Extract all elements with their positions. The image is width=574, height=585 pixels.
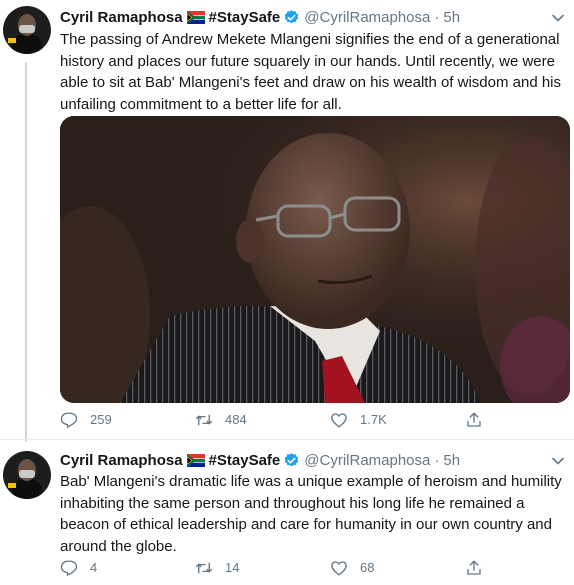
reply-icon: [60, 560, 78, 576]
avatar-mask: [19, 25, 35, 33]
retweet-count: 14: [225, 560, 240, 575]
avatar-flag-detail: [8, 483, 16, 488]
timestamp[interactable]: 5h: [443, 452, 460, 469]
tweet-actions: 4 14 68: [60, 557, 520, 579]
reply-icon: [60, 412, 78, 428]
retweet-button[interactable]: 484: [195, 411, 330, 429]
retweet-button[interactable]: 14: [195, 559, 330, 577]
avatar-flag-detail: [8, 38, 16, 43]
retweet-count: 484: [225, 412, 247, 427]
tweet-1[interactable]: Cyril Ramaphosa #StaySafe @CyrilRamaphos…: [0, 0, 574, 442]
hashtag[interactable]: #StaySafe: [209, 452, 281, 469]
tweet-photo[interactable]: [60, 116, 570, 403]
retweet-icon: [195, 414, 213, 426]
display-name[interactable]: Cyril Ramaphosa: [60, 452, 183, 469]
display-name[interactable]: Cyril Ramaphosa: [60, 9, 183, 26]
hashtag[interactable]: #StaySafe: [209, 9, 281, 26]
share-icon: [467, 560, 481, 575]
avatar[interactable]: [3, 6, 51, 54]
separator-dot: ·: [434, 451, 440, 469]
avatar-body: [12, 34, 42, 54]
avatar[interactable]: [3, 451, 51, 499]
share-button[interactable]: [465, 411, 495, 429]
tweet-2[interactable]: Cyril Ramaphosa #StaySafe @CyrilRamaphos…: [0, 440, 574, 585]
avatar-mask: [19, 470, 35, 478]
share-button[interactable]: [465, 559, 495, 577]
reply-button[interactable]: 4: [60, 559, 195, 577]
like-count: 68: [360, 560, 375, 575]
chevron-down-icon[interactable]: [550, 453, 566, 469]
reply-count: 259: [90, 412, 112, 427]
handle[interactable]: @CyrilRamaphosa: [304, 9, 430, 26]
tweet-header: Cyril Ramaphosa #StaySafe @CyrilRamaphos…: [60, 7, 460, 27]
tweet-text: The passing of Andrew Mekete Mlangeni si…: [60, 31, 562, 113]
handle[interactable]: @CyrilRamaphosa: [304, 452, 430, 469]
south-africa-flag-icon: [186, 10, 205, 24]
portrait-image: [60, 116, 570, 403]
tweet-actions: 259 484 1.7K: [60, 409, 520, 431]
retweet-icon: [195, 562, 213, 574]
tweet-text: Bab' Mlangeni's dramatic life was a uniq…: [60, 473, 562, 555]
share-icon: [467, 412, 481, 427]
chevron-down-icon[interactable]: [550, 10, 566, 26]
verified-badge-icon: [285, 452, 299, 466]
thread-line: [25, 62, 27, 442]
avatar-body: [12, 479, 42, 499]
like-icon: [331, 413, 347, 428]
like-button[interactable]: 68: [330, 559, 465, 577]
timestamp[interactable]: 5h: [443, 9, 460, 26]
verified-badge-icon: [285, 9, 299, 23]
tweet-header: Cyril Ramaphosa #StaySafe @CyrilRamaphos…: [60, 450, 460, 470]
separator-dot: ·: [434, 8, 440, 26]
like-button[interactable]: 1.7K: [330, 411, 465, 429]
like-icon: [331, 561, 347, 576]
reply-button[interactable]: 259: [60, 411, 195, 429]
reply-count: 4: [90, 560, 98, 575]
south-africa-flag-icon: [186, 453, 205, 467]
like-count: 1.7K: [360, 412, 387, 427]
